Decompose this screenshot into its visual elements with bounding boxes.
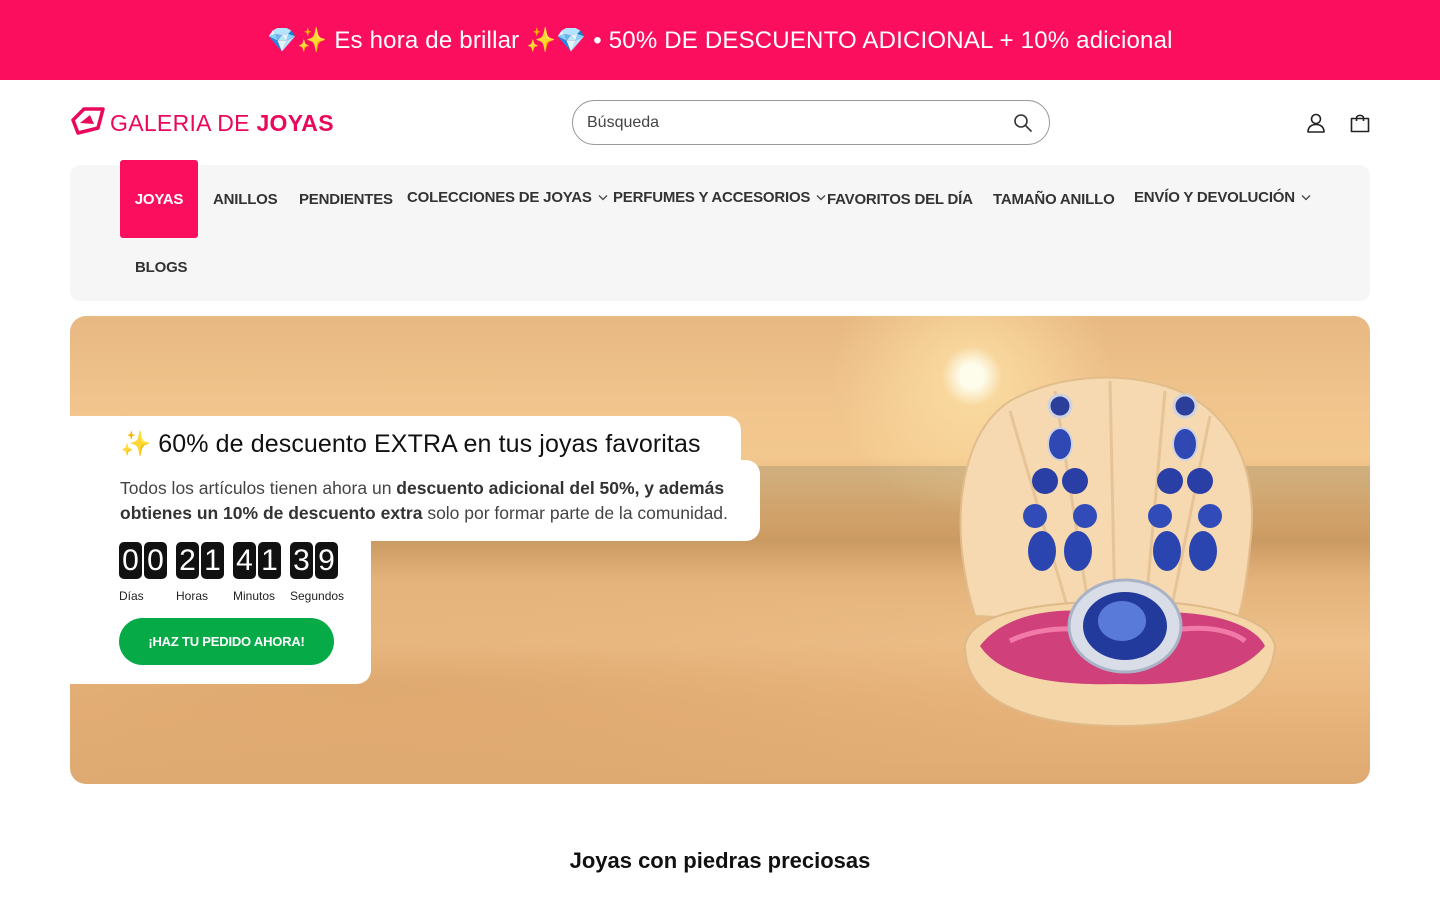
- countdown-label: Horas: [176, 589, 209, 603]
- countdown-digit: 0: [144, 542, 167, 579]
- search-bar: [572, 100, 1050, 145]
- countdown-days: 0 0 Días: [119, 542, 167, 603]
- countdown-seconds: 3 9 Segundos: [290, 542, 344, 603]
- countdown-label: Segundos: [290, 589, 345, 603]
- countdown-digit: 9: [315, 542, 338, 579]
- countdown-digit: 0: [119, 542, 142, 579]
- search-input[interactable]: [587, 113, 1011, 132]
- countdown-digit: 1: [258, 542, 281, 579]
- countdown-digit: 2: [176, 542, 199, 579]
- countdown-digit: 4: [233, 542, 256, 579]
- nav-item-blogs[interactable]: BLOGS: [135, 257, 188, 277]
- nav-item-pendientes[interactable]: PENDIENTES: [299, 189, 393, 209]
- countdown-label: Minutos: [233, 589, 276, 603]
- nav-label: COLECCIONES DE JOYAS: [407, 188, 592, 206]
- chevron-down-icon: [598, 192, 608, 204]
- announcement-bar: 💎✨ Es hora de brillar ✨💎 • 50% DE DESCUE…: [0, 0, 1440, 80]
- cart-icon[interactable]: [1347, 110, 1373, 136]
- chevron-down-icon: [816, 192, 826, 204]
- countdown-digit: 3: [290, 542, 313, 579]
- promo-desc-text: solo por formar parte de la comunidad.: [422, 503, 728, 523]
- main-navigation: [70, 165, 1370, 301]
- nav-item-joyas[interactable]: JOYAS: [120, 160, 198, 238]
- section-title: Joyas con piedras preciosas: [569, 848, 871, 873]
- chevron-down-icon: [1301, 192, 1311, 204]
- diamond-logo-icon: [70, 106, 106, 141]
- nav-label: ANILLOS: [213, 190, 278, 208]
- countdown-hours: 2 1 Horas: [176, 542, 224, 603]
- nav-label: PERFUMES Y ACCESORIOS: [613, 188, 811, 206]
- nav-item-perfumes[interactable]: PERFUMES Y ACCESORIOS: [613, 187, 826, 207]
- order-now-button[interactable]: ¡HAZ TU PEDIDO AHORA!: [119, 618, 334, 665]
- nav-item-envio[interactable]: ENVÍO Y DEVOLUCIÓN: [1134, 187, 1311, 207]
- nav-item-tamano-anillo[interactable]: TAMAÑO ANILLO: [993, 189, 1115, 209]
- promo-description: Todos los artículos tienen ahora un desc…: [120, 476, 740, 526]
- nav-item-anillos[interactable]: ANILLOS: [213, 189, 278, 209]
- logo-text: GALERIA DE: [110, 109, 257, 136]
- promo-desc-text: Todos los artículos tienen ahora un: [120, 478, 397, 498]
- search-icon[interactable]: [1011, 111, 1035, 135]
- account-icon[interactable]: [1303, 110, 1329, 136]
- countdown-digit: 1: [201, 542, 224, 579]
- nav-label: BLOGS: [135, 258, 188, 276]
- logo-text-bold: JOYAS: [256, 109, 334, 136]
- nav-label: ENVÍO Y DEVOLUCIÓN: [1134, 188, 1295, 206]
- promo-title: ✨ 60% de descuento EXTRA en tus joyas fa…: [120, 430, 701, 458]
- announcement-text: 💎✨ Es hora de brillar ✨💎 • 50% DE DESCUE…: [267, 26, 1173, 54]
- nav-item-colecciones[interactable]: COLECCIONES DE JOYAS: [407, 187, 608, 207]
- countdown-timer: 0 0 Días 2 1 Horas 4 1 Minutos 3 9 Segun…: [119, 542, 344, 603]
- nav-item-favoritos[interactable]: FAVORITOS DEL DÍA: [827, 189, 973, 209]
- nav-label: TAMAÑO ANILLO: [993, 190, 1115, 208]
- nav-label: JOYAS: [134, 190, 184, 208]
- store-logo[interactable]: GALERIA DE JOYAS: [70, 106, 334, 140]
- nav-label: PENDIENTES: [299, 190, 393, 208]
- countdown-label: Días: [119, 589, 144, 603]
- countdown-minutes: 4 1 Minutos: [233, 542, 281, 603]
- nav-label: FAVORITOS DEL DÍA: [827, 190, 973, 208]
